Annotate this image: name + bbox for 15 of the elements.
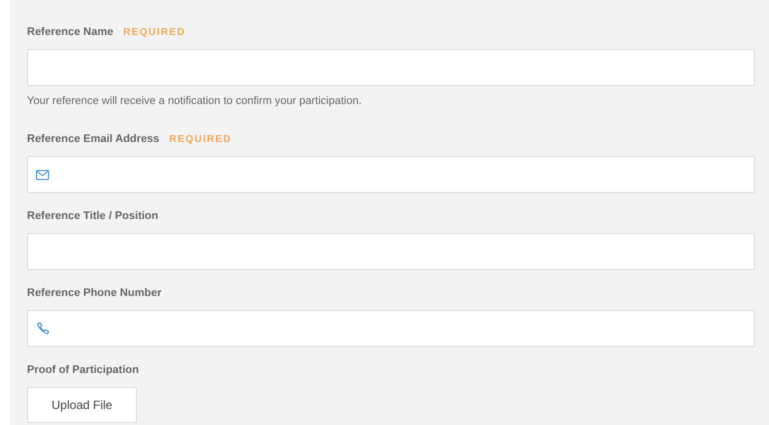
input-field[interactable] bbox=[27, 310, 755, 347]
field-label: Reference Email Address bbox=[27, 132, 160, 146]
envelope-icon bbox=[36, 170, 49, 180]
required-tag: REQUIRED bbox=[169, 134, 232, 145]
field-label: Reference Title / Position bbox=[27, 209, 158, 223]
phone-icon bbox=[36, 322, 50, 336]
upload-button[interactable]: Upload File bbox=[27, 387, 137, 423]
help-text: Your reference will receive a notification to confirm your participation. bbox=[27, 94, 363, 108]
input-field[interactable] bbox=[27, 49, 755, 86]
field-label: Reference Name bbox=[27, 25, 114, 39]
input-field[interactable] bbox=[27, 233, 755, 270]
required-tag: REQUIRED bbox=[123, 27, 186, 38]
field-label: Proof of Participation bbox=[27, 363, 139, 377]
field-label: Reference Phone Number bbox=[27, 286, 162, 300]
input-field[interactable] bbox=[27, 156, 755, 193]
